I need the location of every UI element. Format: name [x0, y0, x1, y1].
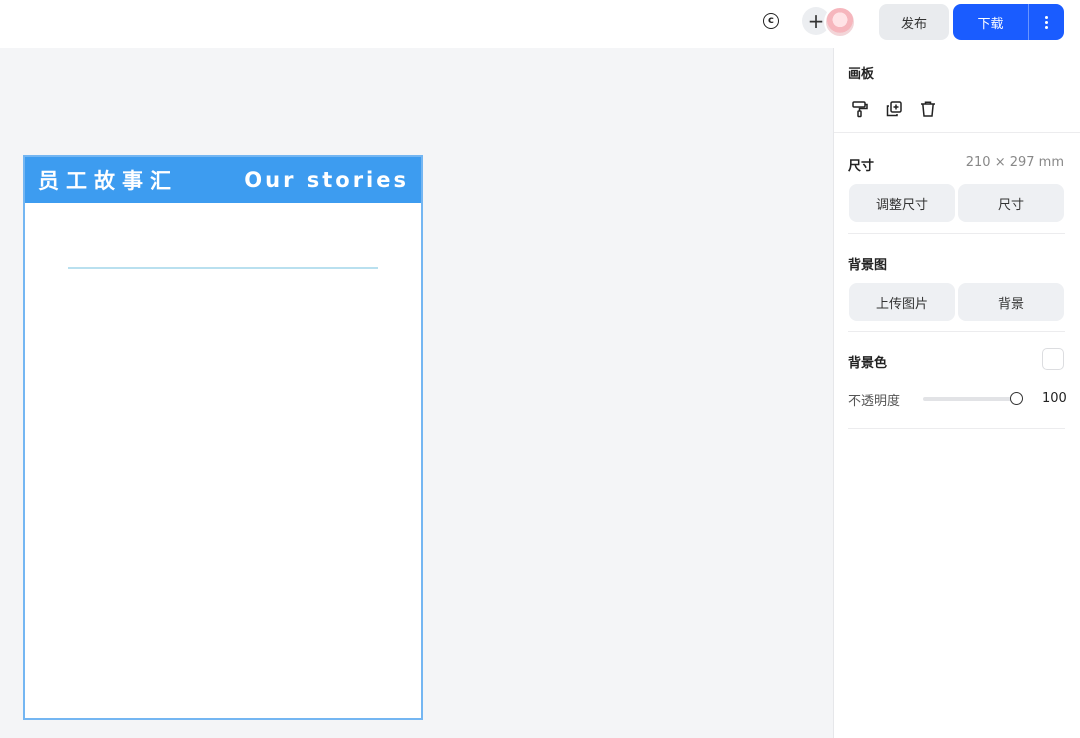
opacity-slider-track[interactable] [923, 397, 1017, 401]
background-color-swatch[interactable] [1042, 348, 1064, 370]
delete-icon[interactable] [919, 100, 937, 118]
opacity-slider-handle[interactable] [1010, 392, 1023, 405]
format-painter-icon[interactable] [851, 100, 869, 118]
canvas-title[interactable]: 员工故事汇 [38, 165, 178, 195]
more-options-icon[interactable] [1029, 4, 1064, 40]
duplicate-icon[interactable] [885, 100, 903, 118]
top-toolbar: c + 发布 下载 [0, 0, 1080, 48]
opacity-label: 不透明度 [848, 394, 901, 409]
copyright-glyph: c [763, 13, 779, 29]
section-divider [848, 233, 1065, 234]
size-value: 210 × 297 mm [965, 155, 1064, 170]
background-button[interactable]: 背景 [958, 283, 1064, 321]
copyright-icon[interactable]: c [759, 9, 783, 33]
section-divider [834, 132, 1080, 133]
section-divider [848, 331, 1065, 332]
background-color-label: 背景色 [848, 356, 888, 371]
download-button-group: 下载 [953, 4, 1064, 40]
avatar[interactable] [824, 6, 856, 38]
resize-button[interactable]: 调整尺寸 [849, 184, 955, 222]
artboard-canvas[interactable]: 员工故事汇 Our stories [23, 155, 423, 720]
canvas-subtitle[interactable]: Our stories [244, 168, 409, 192]
download-button[interactable]: 下载 [953, 4, 1028, 40]
size-preset-button[interactable]: 尺寸 [958, 184, 1064, 222]
canvas-divider-line[interactable] [68, 267, 378, 269]
background-image-label: 背景图 [848, 258, 888, 273]
opacity-value[interactable]: 100 [1042, 391, 1067, 406]
canvas-header-banner[interactable]: 员工故事汇 Our stories [25, 157, 421, 203]
properties-panel: 画板 尺寸 210 × 297 mm 调整尺寸 尺寸 背景图 上传图片 背景 背… [833, 48, 1080, 738]
size-label: 尺寸 [848, 159, 875, 174]
upload-image-button[interactable]: 上传图片 [849, 283, 955, 321]
artboard-label: 画板 [848, 67, 875, 82]
publish-button[interactable]: 发布 [879, 4, 949, 40]
section-divider [848, 428, 1065, 429]
